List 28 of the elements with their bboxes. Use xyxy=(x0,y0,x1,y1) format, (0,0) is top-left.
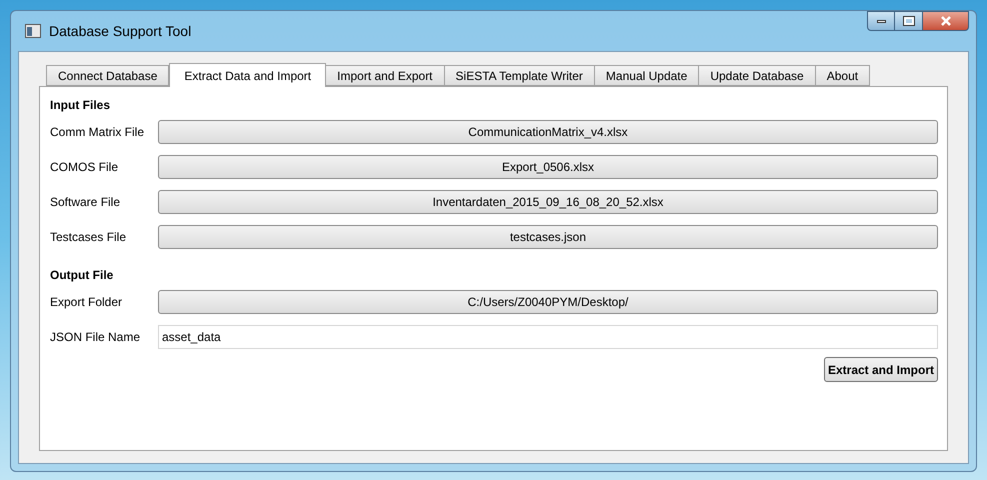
section-heading: Input Files xyxy=(50,97,111,114)
field-label: Testcases File xyxy=(50,228,128,246)
close-icon xyxy=(940,16,952,26)
tab[interactable]: About xyxy=(814,65,870,86)
file-button[interactable]: C:/Users/Z0040PYM/Desktop/ xyxy=(158,290,938,314)
file-button[interactable]: testcases.json xyxy=(158,224,938,248)
minimize-button[interactable] xyxy=(867,11,895,31)
file-button[interactable]: Export_0506.xlsx xyxy=(158,154,938,178)
field-label: Comm Matrix File xyxy=(50,124,146,140)
input-field[interactable]: asset_data xyxy=(158,324,938,348)
tab[interactable]: Connect Database xyxy=(46,65,170,86)
file-button[interactable]: CommunicationMatrix_v4.xlsx xyxy=(158,120,938,144)
file-button[interactable]: Inventardaten_2015_09_16_08_20_52.xlsx xyxy=(158,190,938,214)
tab[interactable]: Manual Update xyxy=(594,65,700,86)
field-label: Software File xyxy=(50,194,122,210)
tab[interactable]: Update Database xyxy=(698,65,816,86)
tab[interactable]: Import and Export xyxy=(325,65,445,86)
tab[interactable]: Extract Data and Import xyxy=(169,63,326,87)
tab[interactable]: SiESTA Template Writer xyxy=(444,65,595,86)
extract-and-import-button[interactable]: Extract and Import xyxy=(824,357,938,382)
field-label: JSON File Name xyxy=(50,328,142,346)
section-heading: Output File xyxy=(50,267,114,284)
field-label: COMOS File xyxy=(50,158,120,176)
maximize-button[interactable] xyxy=(895,11,923,31)
app-icon xyxy=(25,24,41,38)
field-label: Export Folder xyxy=(50,294,124,310)
window-title: Database Support Tool xyxy=(49,22,192,41)
close-button[interactable] xyxy=(923,11,969,31)
